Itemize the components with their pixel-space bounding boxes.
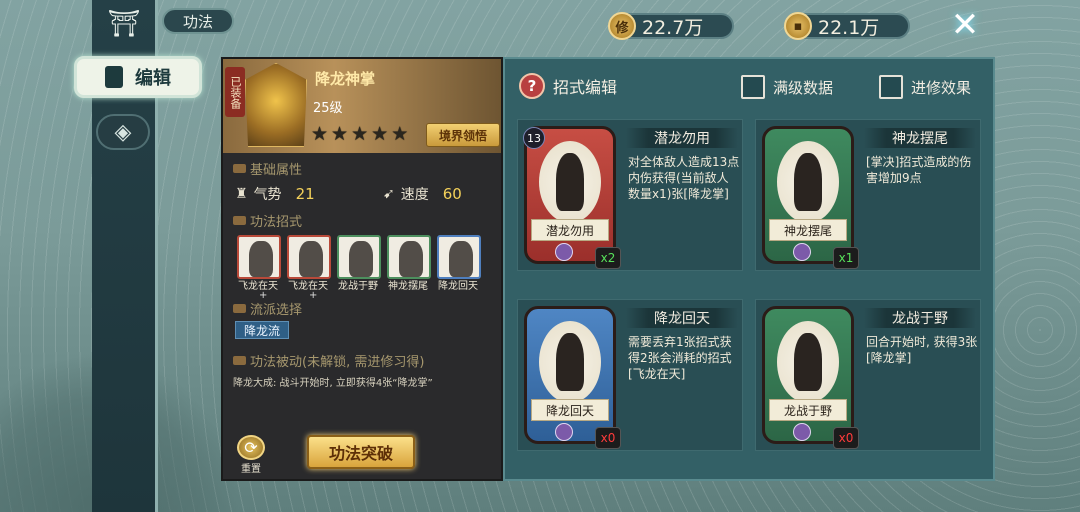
card-name-scroll: 龙战于野 bbox=[769, 399, 847, 421]
card-title: 龙战于野 bbox=[864, 308, 976, 328]
advance-effect-checkbox[interactable]: 进修效果 bbox=[879, 75, 971, 99]
school-tag[interactable]: 降龙流 bbox=[235, 321, 289, 339]
edit-tab-label: 编辑 bbox=[135, 68, 171, 89]
figure-art bbox=[556, 153, 584, 211]
move-label: 龙战于野 bbox=[338, 281, 378, 292]
resource-gold-value: 22.1万 bbox=[818, 16, 880, 39]
move-label: 神龙摆尾 bbox=[388, 281, 428, 292]
card-name-scroll: 潜龙勿用 bbox=[531, 219, 609, 241]
move-label: 飞龙在天 bbox=[238, 281, 278, 292]
equipped-tag: 已装备 bbox=[225, 67, 245, 117]
move-card[interactable]: 神龙摆尾 x1 bbox=[762, 126, 859, 269]
move-card[interactable] bbox=[437, 235, 481, 279]
close-icon[interactable]: ✕ bbox=[945, 5, 985, 45]
passive-title: 功法被动(未解锁, 需进修习得) bbox=[233, 351, 424, 370]
attr-speed: ➹ 速度 60 bbox=[383, 185, 462, 203]
move-card[interactable] bbox=[287, 235, 331, 279]
resource-cultivation-value: 22.7万 bbox=[642, 16, 704, 39]
move-labels: 飞龙在天 飞龙在天 龙战于野 神龙摆尾 降龙回天 bbox=[233, 277, 483, 292]
card-count: x0 bbox=[595, 427, 621, 449]
pavilion-icon[interactable]: ⛩ bbox=[98, 4, 150, 44]
speed-icon: ➹ bbox=[383, 186, 395, 202]
figure-art bbox=[794, 333, 822, 391]
gem-icon bbox=[793, 423, 811, 441]
gem-icon bbox=[555, 423, 573, 441]
card-description: 对全体敌人造成13点内伤获得(当前敌人数量x1)张[降龙掌] bbox=[628, 155, 740, 201]
card-title: 神龙摆尾 bbox=[864, 128, 976, 148]
emblem-icon[interactable]: ◈ bbox=[96, 114, 150, 150]
skill-name: 降龙神掌 bbox=[315, 70, 376, 88]
attr-momentum: ♜ 气势 21 bbox=[235, 185, 315, 203]
skill-emblem bbox=[245, 63, 307, 147]
move-card[interactable] bbox=[237, 235, 281, 279]
card-title: 降龙回天 bbox=[626, 308, 738, 328]
move-card[interactable] bbox=[337, 235, 381, 279]
move-label: 飞龙在天 bbox=[288, 281, 328, 292]
checkbox-box[interactable] bbox=[741, 75, 765, 99]
star-icon: ★ bbox=[371, 123, 389, 145]
realm-comprehension-button[interactable]: 境界领悟 bbox=[426, 123, 500, 147]
breakthrough-button[interactable]: 功法突破 bbox=[307, 435, 415, 469]
card-count: x1 bbox=[833, 247, 859, 269]
skill-level: 25级 bbox=[313, 101, 343, 116]
section-icon bbox=[233, 216, 246, 225]
move-list bbox=[237, 235, 481, 279]
star-icon: ★ bbox=[391, 123, 409, 145]
figure-art bbox=[794, 153, 822, 211]
checkbox-box[interactable] bbox=[879, 75, 903, 99]
figure-art bbox=[556, 333, 584, 391]
card-count: x0 bbox=[833, 427, 859, 449]
card-description: 回合开始时, 获得3张[降龙掌] bbox=[866, 335, 978, 365]
move-card[interactable]: 龙战于野 x0 bbox=[762, 306, 859, 449]
resource-cultivation: 修 22.7万 bbox=[608, 12, 734, 40]
section-icon bbox=[233, 356, 246, 365]
card-title: 潜龙勿用 bbox=[626, 128, 738, 148]
momentum-icon: ♜ bbox=[235, 186, 248, 202]
editor-title: 招式编辑 bbox=[553, 78, 618, 97]
page-title: 功法 bbox=[162, 8, 234, 34]
reset-icon: ⟳ bbox=[237, 435, 265, 460]
max-level-checkbox[interactable]: 满级数据 bbox=[741, 75, 833, 99]
star-icon: ★ bbox=[311, 123, 329, 145]
move-card[interactable]: 潜龙勿用 x2 13 bbox=[523, 126, 621, 269]
gem-icon bbox=[793, 243, 811, 261]
star-rating: ★ ★ ★ ★ ★ bbox=[311, 123, 408, 145]
card-cost: 13 bbox=[523, 127, 545, 149]
resource-gold: ▪ 22.1万 bbox=[784, 12, 910, 40]
card-description: 需要丢弃1张招式获得2张会消耗的招式[飞龙在天] bbox=[628, 335, 732, 381]
card-name-scroll: 降龙回天 bbox=[531, 399, 609, 421]
edit-tab-button[interactable]: 编辑 bbox=[74, 56, 202, 98]
moves-title: 功法招式 bbox=[233, 211, 302, 230]
card-description: [掌决]招式造成的伤害增加9点 bbox=[866, 155, 972, 185]
base-attr-title: 基础属性 bbox=[233, 159, 302, 178]
move-card[interactable]: 降龙回天 x0 bbox=[524, 306, 621, 449]
school-title: 流派选择 bbox=[233, 299, 302, 318]
gem-icon bbox=[555, 243, 573, 261]
section-icon bbox=[233, 304, 246, 313]
help-icon[interactable]: ? bbox=[519, 73, 545, 99]
card-name-scroll: 神龙摆尾 bbox=[769, 219, 847, 241]
skill-detail-panel: 已装备 降龙神掌 25级 ★ ★ ★ ★ ★ 境界领悟 基础属性 ♜ 气势 21… bbox=[221, 57, 503, 481]
passive-description: 降龙大成: 战斗开始时, 立即获得4张“降龙掌” bbox=[233, 378, 433, 389]
skill-header: 已装备 降龙神掌 25级 ★ ★ ★ ★ ★ 境界领悟 bbox=[223, 59, 501, 153]
move-editor-panel: ? 招式编辑 满级数据 进修效果 潜龙勿用 x2 13 潜龙勿用 对全体敌人造成… bbox=[503, 57, 995, 481]
move-card[interactable] bbox=[387, 235, 431, 279]
move-card-slot[interactable]: 龙战于野 x0 龙战于野 回合开始时, 获得3张[降龙掌] bbox=[755, 299, 981, 451]
gold-coin-icon: ▪ bbox=[784, 12, 812, 40]
move-card-slot[interactable]: 潜龙勿用 x2 13 潜龙勿用 对全体敌人造成13点内伤获得(当前敌人数量x1)… bbox=[517, 119, 743, 271]
move-card-slot[interactable]: 降龙回天 x0 降龙回天 需要丢弃1张招式获得2张会消耗的招式[飞龙在天] bbox=[517, 299, 743, 451]
card-icon bbox=[105, 66, 123, 88]
reset-button[interactable]: ⟳ 重置 bbox=[233, 435, 269, 475]
reset-label: 重置 bbox=[241, 464, 261, 475]
star-icon: ★ bbox=[331, 123, 349, 145]
move-card-slot[interactable]: 神龙摆尾 x1 神龙摆尾 [掌决]招式造成的伤害增加9点 bbox=[755, 119, 981, 271]
card-count: x2 bbox=[595, 247, 621, 269]
star-icon: ★ bbox=[351, 123, 369, 145]
section-icon bbox=[233, 164, 246, 173]
move-label: 降龙回天 bbox=[438, 281, 478, 292]
cultivation-coin-icon: 修 bbox=[608, 12, 636, 40]
plus-icon: + bbox=[309, 290, 318, 301]
editor-header: ? 招式编辑 bbox=[519, 73, 617, 99]
